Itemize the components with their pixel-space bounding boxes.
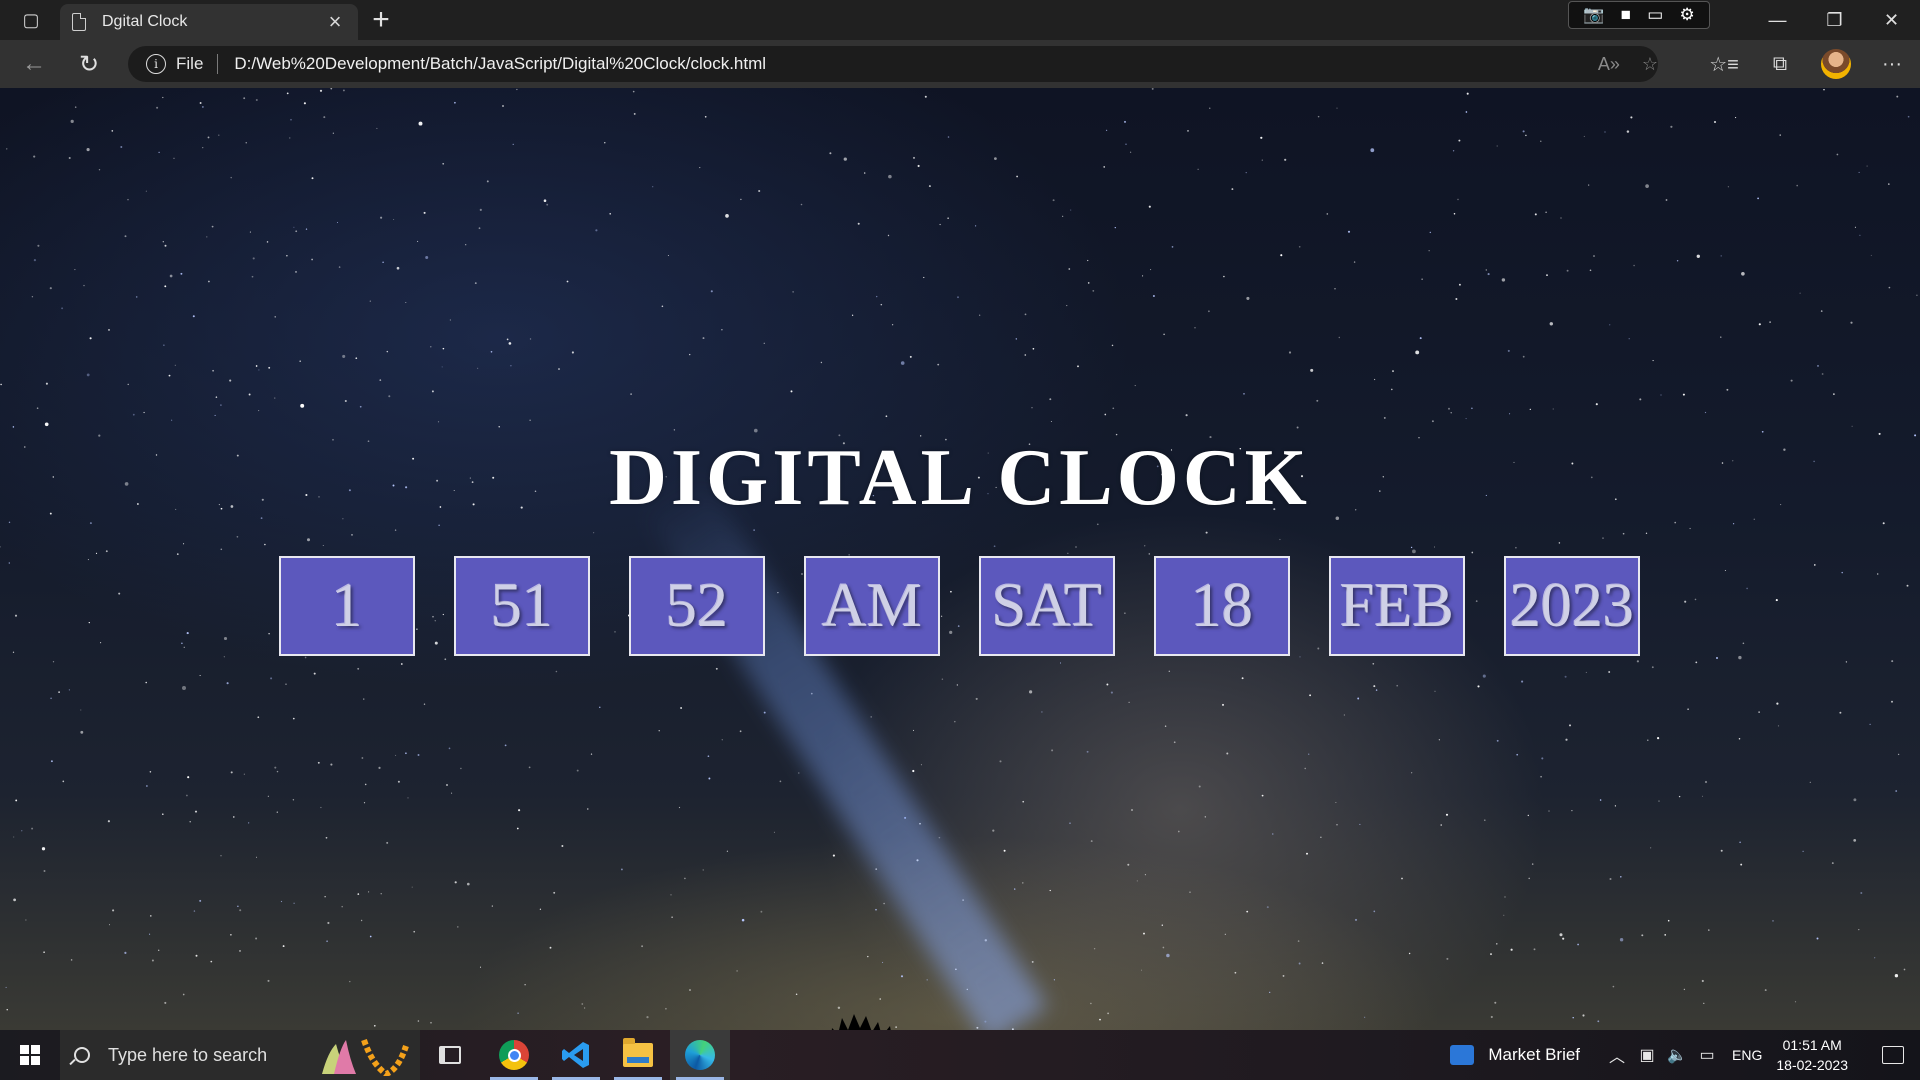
start-button[interactable] (0, 1030, 60, 1080)
market-chart-icon (1450, 1045, 1475, 1065)
year-value: 2023 (1510, 571, 1634, 640)
folder-icon (623, 1038, 653, 1067)
read-aloud-icon[interactable]: A» (1598, 54, 1620, 75)
vscode-taskbar-button[interactable] (546, 1030, 606, 1080)
minutes-value: 51 (491, 571, 553, 640)
year-box: 2023 (1504, 556, 1640, 656)
speaker-icon[interactable]: 🔈 (1662, 1045, 1692, 1065)
gear-icon[interactable]: ⚙ (1680, 5, 1695, 25)
new-tab-button[interactable]: + (366, 5, 396, 35)
taskbar-time: 01:51 AM (1782, 1037, 1842, 1053)
windows-logo-icon (20, 1045, 40, 1065)
taskbar-clock[interactable]: 01:51 AM 18-02-2023 (1776, 1035, 1848, 1075)
address-url[interactable]: D:/Web%20Development/Batch/JavaScript/Di… (234, 54, 766, 74)
clock-display: 1 51 52 AM SAT 18 FEB 2023 (279, 556, 1641, 656)
refresh-button[interactable]: ↻ (73, 48, 105, 80)
period-box: AM (804, 556, 940, 656)
notification-icon (1882, 1046, 1904, 1064)
address-bar[interactable]: i File D:/Web%20Development/Batch/JavaSc… (128, 46, 1658, 82)
page-viewport: DIGITAL CLOCK 1 51 52 AM SAT 18 FEB 2023 (0, 88, 1920, 1030)
browser-title-bar: ▢ Dgital Clock × + 📷 ■ ▭ ⚙ — ❐ ✕ (0, 0, 1920, 40)
day-value: SAT (991, 571, 1103, 640)
system-tray: Market Brief ︿ ▣ 🔈 ▭ ENG 01:51 AM 18-02-… (1450, 1030, 1920, 1080)
capture-toolbar: 📷 ■ ▭ ⚙ (1568, 1, 1710, 29)
window-controls: — ❐ ✕ (1749, 0, 1920, 40)
page-title: DIGITAL CLOCK (609, 434, 1311, 522)
seconds-value: 52 (666, 571, 728, 640)
month-value: FEB (1340, 571, 1454, 640)
add-favorite-icon[interactable]: ☆ (1642, 54, 1658, 75)
device-icon[interactable]: ▣ (1632, 1045, 1662, 1065)
hours-value: 1 (331, 571, 363, 640)
window-capture-icon[interactable]: ▭ (1647, 5, 1663, 25)
chrome-icon (499, 1040, 529, 1070)
taskbar-date: 18-02-2023 (1776, 1057, 1848, 1073)
collections-icon[interactable]: ⧉ (1752, 53, 1808, 76)
restore-button[interactable]: ❐ (1806, 0, 1863, 40)
notifications-button[interactable] (1866, 1046, 1920, 1064)
favorites-icon[interactable]: ☆≡ (1696, 52, 1752, 77)
minimize-button[interactable]: — (1749, 0, 1806, 40)
month-box: FEB (1329, 556, 1465, 656)
file-explorer-taskbar-button[interactable] (608, 1030, 668, 1080)
market-brief-widget[interactable]: Market Brief (1450, 1045, 1580, 1065)
browser-tab[interactable]: Dgital Clock × (60, 4, 358, 40)
taskbar-search[interactable]: Type here to search (60, 1030, 420, 1080)
back-button[interactable]: ← (18, 48, 50, 80)
browser-tools: ☆≡ ⧉ ··· (1696, 40, 1920, 88)
record-icon[interactable]: ■ (1621, 5, 1631, 25)
edge-icon (685, 1040, 715, 1070)
info-icon[interactable]: i (146, 54, 166, 74)
profile-avatar[interactable] (1821, 49, 1851, 79)
more-menu-icon[interactable]: ··· (1864, 53, 1920, 76)
address-actions: A» ☆ (1598, 46, 1658, 82)
search-icon (74, 1047, 90, 1063)
close-tab-icon[interactable]: × (324, 9, 346, 35)
date-value: 18 (1191, 571, 1253, 640)
battery-icon[interactable]: ▭ (1692, 1045, 1722, 1065)
address-divider (217, 54, 219, 74)
vscode-icon (562, 1042, 589, 1068)
edge-taskbar-button[interactable] (670, 1030, 730, 1080)
date-box: 18 (1154, 556, 1290, 656)
screenshot-icon[interactable]: 📷 (1583, 5, 1604, 25)
period-value: AM (822, 571, 922, 640)
hours-box: 1 (279, 556, 415, 656)
seconds-box: 52 (629, 556, 765, 656)
tab-actions-icon[interactable]: ▢ (14, 7, 48, 33)
tree-silhouette (831, 1014, 891, 1030)
page-icon (72, 13, 86, 31)
task-view-button[interactable] (420, 1030, 480, 1080)
market-brief-label: Market Brief (1488, 1045, 1581, 1064)
chrome-taskbar-button[interactable] (484, 1030, 544, 1080)
search-placeholder: Type here to search (108, 1044, 268, 1065)
close-window-button[interactable]: ✕ (1863, 0, 1920, 40)
task-view-icon (439, 1046, 461, 1064)
taskbar: Type here to search Market Brief ︿ ▣ 🔈 ▭… (0, 1030, 1920, 1080)
chevron-up-icon[interactable]: ︿ (1602, 1043, 1632, 1067)
address-scheme-label: File (176, 54, 204, 73)
tab-title: Dgital Clock (102, 13, 188, 30)
language-indicator[interactable]: ENG (1732, 1047, 1762, 1063)
minutes-box: 51 (454, 556, 590, 656)
search-highlight-art-icon (322, 1039, 409, 1076)
day-box: SAT (979, 556, 1115, 656)
browser-toolbar: ← ↻ i File D:/Web%20Development/Batch/Ja… (0, 40, 1920, 88)
